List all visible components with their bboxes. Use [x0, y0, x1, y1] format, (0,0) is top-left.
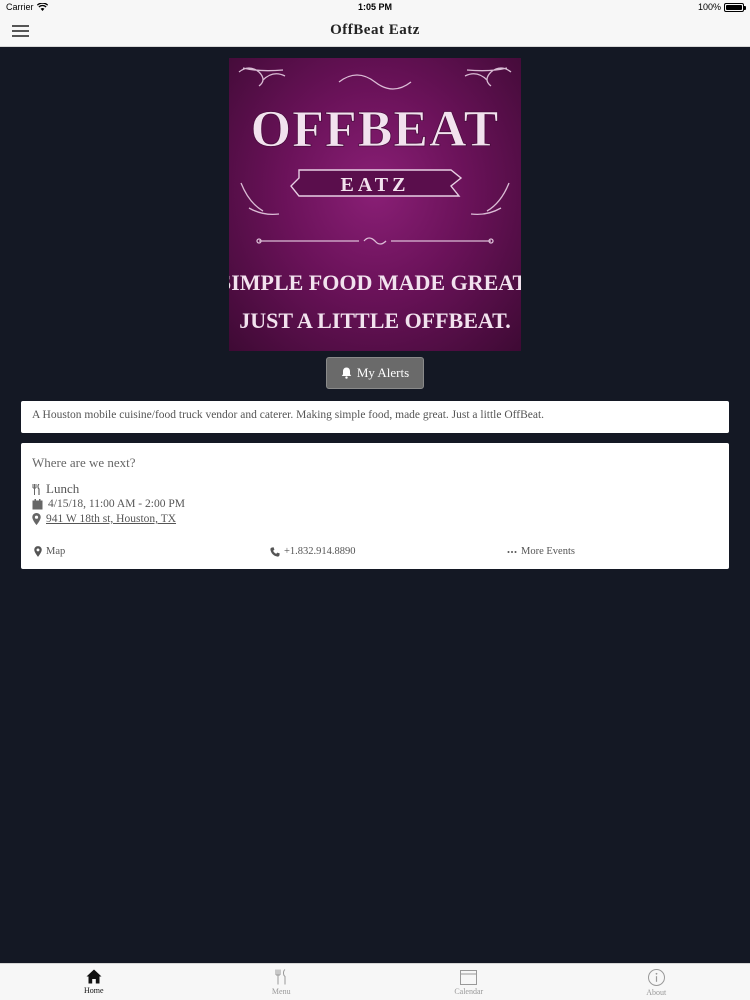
nav-bar: OffBeat Eatz	[0, 15, 750, 47]
logo-tagline-line2: JUST A LITTLE OFFBEAT.	[239, 308, 510, 333]
info-icon	[647, 969, 665, 986]
map-label: Map	[46, 546, 66, 557]
tab-menu[interactable]: Menu	[188, 964, 376, 1000]
tab-menu-label: Menu	[271, 987, 291, 996]
logo-brand-line2: EATZ	[341, 174, 410, 196]
battery-icon	[724, 2, 746, 12]
home-icon	[86, 969, 102, 984]
logo-brand-line1: OFFBEAT	[251, 101, 500, 158]
more-events-button[interactable]: More Events	[507, 546, 575, 557]
tab-bar: Home Menu Calendar About	[0, 963, 750, 1000]
map-pin-icon	[34, 546, 42, 557]
event-meal: Lunch	[46, 481, 80, 496]
ellipsis-icon	[507, 550, 517, 553]
my-alerts-label: My Alerts	[356, 365, 410, 380]
utensils-icon	[32, 483, 40, 495]
description-text: A Houston mobile cuisine/food truck vend…	[32, 409, 545, 421]
event-actions: Map +1.832.914.8890 More Events	[21, 546, 729, 562]
event-address-link[interactable]: 941 W 18th st, Houston, TX	[46, 513, 176, 525]
status-right: 100%	[697, 2, 746, 12]
calendar-icon	[32, 498, 43, 509]
tab-home[interactable]: Home	[0, 964, 188, 1000]
calendar-icon	[460, 970, 478, 985]
description-card: A Houston mobile cuisine/food truck vend…	[21, 401, 729, 433]
event-address-row: 941 W 18th st, Houston, TX	[32, 513, 176, 525]
event-date-row: 4/15/18, 11:00 AM - 2:00 PM	[32, 498, 185, 510]
more-events-label: More Events	[521, 546, 575, 557]
event-datetime: 4/15/18, 11:00 AM - 2:00 PM	[48, 498, 185, 510]
my-alerts-button[interactable]: My Alerts	[326, 357, 424, 389]
phone-button[interactable]: +1.832.914.8890	[270, 546, 356, 557]
page-title: OffBeat Eatz	[330, 22, 420, 38]
tab-calendar[interactable]: Calendar	[375, 964, 563, 1000]
status-time: 1:05 PM	[357, 2, 392, 12]
phone-icon	[270, 546, 280, 557]
tab-home-label: Home	[83, 986, 104, 995]
brand-logo: OFFBEAT EATZ SIMPLE FOOD MADE GREAT. JUS…	[229, 58, 521, 351]
status-bar: Carrier 1:05 PM 100%	[0, 0, 750, 15]
utensils-icon	[275, 969, 286, 985]
tab-about[interactable]: About	[563, 964, 750, 1000]
event-meal-row: Lunch	[32, 481, 79, 497]
next-event-card: Where are we next? Lunch 4/15/18, 11:00 …	[21, 443, 729, 569]
logo-tagline-line1: SIMPLE FOOD MADE GREAT.	[229, 270, 521, 295]
map-button[interactable]: Map	[34, 546, 65, 557]
event-heading: Where are we next?	[32, 455, 136, 470]
bell-icon	[341, 367, 352, 379]
tab-about-label: About	[646, 988, 667, 997]
map-pin-icon	[32, 513, 41, 525]
battery-percent: 100%	[697, 2, 721, 12]
tab-calendar-label: Calendar	[454, 987, 484, 996]
phone-number: +1.832.914.8890	[284, 546, 356, 557]
